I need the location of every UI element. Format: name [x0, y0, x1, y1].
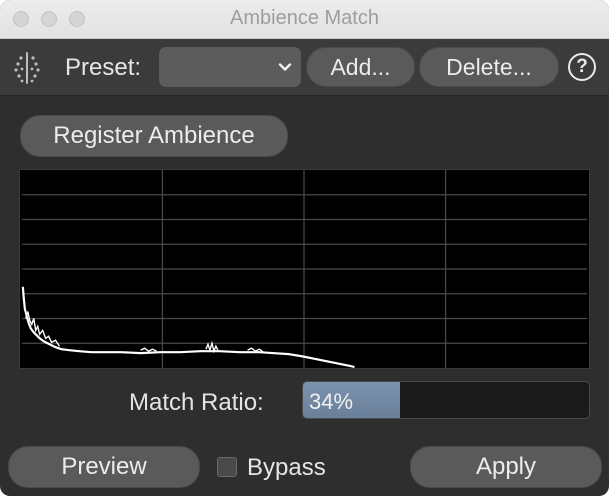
match-ratio-label: Match Ratio:: [129, 389, 264, 416]
delete-preset-button[interactable]: Delete...: [419, 47, 559, 87]
bypass-label[interactable]: Bypass: [247, 454, 326, 482]
waveform-dots-icon: [14, 52, 40, 84]
bypass-checkbox[interactable]: [217, 457, 237, 477]
window-title: Ambience Match: [230, 7, 379, 29]
preview-button[interactable]: Preview: [8, 446, 200, 488]
apply-button[interactable]: Apply: [410, 446, 602, 488]
ambience-spectrum-graph: [19, 169, 590, 369]
preset-toolbar: Preset: Add... Delete... ?: [0, 39, 609, 96]
spectrum-noise: [25, 311, 264, 354]
ambience-spectrum-curve: [21, 286, 355, 368]
help-icon[interactable]: ?: [568, 53, 596, 81]
graph-grid: [21, 170, 588, 368]
match-ratio-value: 34%: [309, 389, 354, 414]
add-preset-button[interactable]: Add...: [306, 47, 415, 87]
ambience-match-window: Ambience Match Preset: Add... Delete... …: [0, 0, 609, 496]
preset-label: Preset:: [65, 54, 142, 81]
register-ambience-button[interactable]: Register Ambience: [20, 115, 288, 157]
preset-dropdown[interactable]: [159, 47, 301, 87]
chevron-down-icon: [278, 63, 292, 71]
match-ratio-bar[interactable]: 34%: [302, 381, 590, 419]
title-bar[interactable]: Ambience Match: [0, 0, 609, 39]
